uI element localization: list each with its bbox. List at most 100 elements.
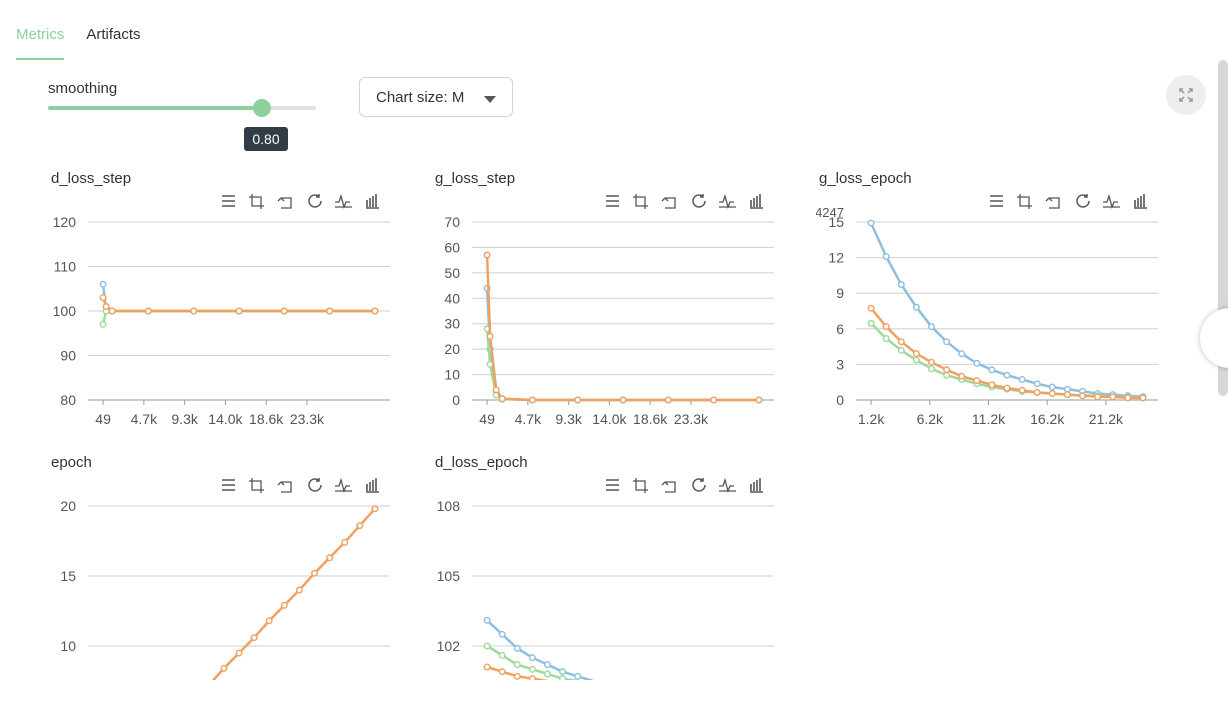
data-point (1063, 391, 1071, 399)
slider-fill (48, 106, 263, 110)
chart-panel-epoch: epoch 20 15 10 (48, 434, 408, 714)
data-point (513, 644, 521, 652)
x-tick-label: 16.2k (1030, 411, 1065, 427)
series-line (211, 507, 376, 680)
data-point (988, 366, 996, 374)
smoothing-value-tooltip: 0.80 (244, 127, 288, 151)
data-point (371, 307, 379, 315)
y-axis-top-label: 04247 (816, 205, 844, 220)
data-point (220, 664, 228, 672)
data-point (912, 303, 920, 311)
data-point (1033, 380, 1041, 388)
data-point (988, 381, 996, 389)
chart-g-loss-epoch: 15129630042471.2k6.2k11.2k16.2k21.2k (816, 205, 1158, 427)
data-point (927, 365, 935, 373)
y-tick-label: 9 (836, 285, 844, 301)
y-tick-label: 15 (60, 568, 76, 584)
tab-metrics[interactable]: Metrics (16, 0, 65, 60)
data-point (513, 661, 521, 669)
data-point (543, 661, 551, 669)
data-point (1048, 390, 1056, 398)
data-point (295, 586, 303, 594)
data-point (99, 280, 107, 288)
data-point (498, 630, 506, 638)
data-point (311, 569, 319, 577)
x-tick-label: 9.3k (555, 411, 582, 427)
data-point (483, 663, 491, 671)
chevron-down-icon (484, 96, 496, 103)
x-tick-label: 4.7k (515, 411, 542, 427)
data-point (867, 304, 875, 312)
y-tick-label: 30 (444, 316, 460, 332)
data-point (943, 338, 951, 346)
smoothing-slider[interactable] (48, 99, 316, 117)
data-point (664, 396, 672, 404)
data-point (882, 253, 890, 261)
chart-title: g_loss_epoch (819, 170, 912, 187)
data-point (483, 642, 491, 650)
data-point (559, 668, 567, 676)
y-tick-label: 10 (60, 638, 76, 654)
fullscreen-button[interactable] (1166, 75, 1206, 115)
data-point (498, 651, 506, 659)
data-point (755, 396, 763, 404)
series-line (485, 328, 759, 402)
data-point (574, 396, 582, 404)
y-tick-label: 108 (437, 498, 461, 514)
x-tick-label: 23.3k (290, 411, 325, 427)
smoothing-label: smoothing (48, 80, 118, 97)
series-line (869, 222, 1143, 399)
series-line (485, 255, 759, 402)
slider-thumb[interactable] (253, 99, 272, 117)
y-tick-label: 50 (444, 265, 460, 281)
data-point (326, 307, 334, 315)
data-point (912, 350, 920, 358)
data-point (99, 294, 107, 302)
data-point (280, 307, 288, 315)
data-point (492, 386, 500, 394)
next-page-button[interactable] (1200, 308, 1228, 368)
data-point (867, 319, 875, 327)
y-tick-label: 102 (437, 638, 461, 654)
y-tick-label: 3 (836, 356, 844, 372)
data-point (1003, 384, 1011, 392)
data-point (897, 338, 905, 346)
data-point (897, 346, 905, 354)
chart-epoch: 20 15 10 (60, 498, 390, 680)
y-tick-label: 20 (60, 498, 76, 514)
data-point (943, 366, 951, 374)
data-point (235, 649, 243, 657)
x-tick-label: 6.2k (917, 411, 944, 427)
data-point (102, 303, 110, 311)
data-point (498, 395, 506, 403)
data-point (498, 668, 506, 676)
data-point (1003, 371, 1011, 379)
chart-title: epoch (51, 454, 92, 471)
data-point (973, 377, 981, 385)
data-point (958, 350, 966, 358)
data-point (912, 356, 920, 364)
y-tick-label: 100 (53, 303, 77, 319)
data-point (867, 219, 875, 227)
data-point (559, 675, 567, 680)
tab-bar: Metrics Artifacts (16, 0, 163, 60)
tab-artifacts[interactable]: Artifacts (86, 0, 140, 58)
x-tick-label: 49 (479, 411, 495, 427)
x-tick-label: 21.2k (1089, 411, 1124, 427)
data-point (326, 554, 334, 562)
chart-panel-d-loss-step: d_loss_step 120 110 100 90 80 49 4.7k 9.3k 14.0k… (48, 150, 408, 430)
series-line (870, 307, 1143, 400)
x-tick-label: 18.6k (249, 411, 284, 427)
data-point (486, 332, 494, 340)
chart-size-select[interactable]: Chart size: M (359, 77, 513, 117)
chart-size-label: Chart size: M (376, 88, 465, 106)
data-point (528, 675, 536, 680)
y-tick-label: 90 (60, 348, 76, 364)
data-point (356, 522, 364, 530)
series-line (486, 644, 580, 680)
data-point (235, 307, 243, 315)
series-line (486, 619, 595, 680)
y-tick-label: 80 (60, 392, 76, 408)
data-point (1094, 393, 1102, 401)
y-tick-label: 60 (444, 239, 460, 255)
